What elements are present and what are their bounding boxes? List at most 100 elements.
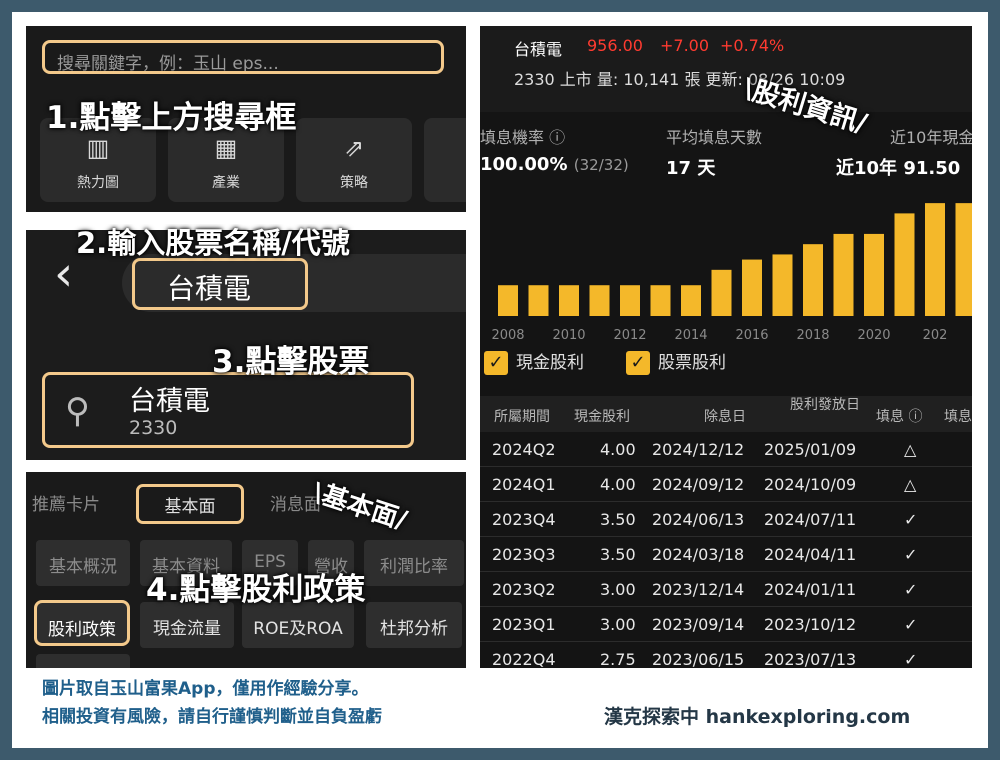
cell-exdate: 2024/06/13: [652, 510, 745, 529]
query-panel: ‹ 台積電 ⚲ 台積電 2330 2.輸入股票名稱/代號 3.點擊股票: [26, 224, 466, 460]
cell-period: 2023Q3: [492, 545, 556, 564]
table-row[interactable]: 2023Q3 3.50 2024/03/18 2024/04/11 ✓: [480, 537, 972, 572]
cell-exdate: 2024/12/12: [652, 440, 745, 459]
search-input[interactable]: 搜尋關鍵字，例：玉山 eps...: [42, 40, 444, 74]
tile-label: 產業: [212, 175, 240, 191]
chip-overview[interactable]: 基本概況: [36, 540, 130, 586]
chart-bar[interactable]: [681, 285, 701, 316]
cell-cash: 4.00: [600, 440, 636, 459]
result-name: 台積電: [129, 386, 210, 417]
cell-exdate: 2023/12/14: [652, 580, 745, 599]
chart-bar[interactable]: [864, 233, 884, 316]
chart-bar[interactable]: [955, 203, 973, 316]
tile-more[interactable]: [424, 118, 466, 202]
legend-stock-label: 股票股利: [658, 353, 726, 373]
tab-recommend[interactable]: 推薦卡片: [32, 490, 100, 515]
chart-bar[interactable]: [742, 259, 762, 316]
table-row[interactable]: 2023Q4 3.50 2024/06/13 2024/07/11 ✓: [480, 502, 972, 537]
cell-cash: 4.00: [600, 475, 636, 494]
th-paydate: 股利發放日: [790, 397, 860, 413]
query-input[interactable]: 台積電: [132, 258, 308, 310]
cell-period: 2023Q2: [492, 580, 556, 599]
chart-bar[interactable]: [620, 285, 640, 316]
step-2-label: 2.輸入股票名稱/代號: [76, 226, 350, 260]
chart-bar[interactable]: [803, 244, 823, 316]
table-row[interactable]: 2024Q1 4.00 2024/09/12 2024/10/09 △: [480, 467, 972, 502]
ten-year-value: 近10年 91.50: [836, 158, 961, 179]
stock-name: 台積電: [514, 40, 563, 59]
table-row[interactable]: 2023Q2 3.00 2023/12/14 2024/01/11 ✓: [480, 572, 972, 607]
cell-exdate: 2024/03/18: [652, 545, 745, 564]
stock-price: 956.00: [587, 36, 643, 55]
cell-exdate: 2024/09/12: [652, 475, 745, 494]
basic-tag: \基本面/: [308, 477, 411, 537]
checkbox-checked-icon[interactable]: ✓: [484, 351, 508, 375]
x-tick-label: 2018: [796, 328, 829, 343]
dividend-screen: 台積電 956.00 +7.00 +0.74% 2330 上市 量: 10,14…: [480, 26, 972, 668]
cell-cash: 3.00: [600, 580, 636, 599]
step-1-label: 1.點擊上方搜尋框: [46, 100, 297, 136]
legend-cash[interactable]: ✓ 現金股利: [484, 348, 584, 376]
chart-bar[interactable]: [894, 213, 915, 316]
chip-dupont[interactable]: 杜邦分析: [366, 602, 462, 648]
legend-stock[interactable]: ✓ 股票股利: [626, 348, 726, 376]
ten-year-label: 近10年現金股: [890, 128, 972, 147]
tab-fundamental[interactable]: 基本面: [136, 484, 244, 524]
chip-partial: [36, 654, 130, 668]
cell-fill-status: △: [904, 475, 917, 494]
chip-margin[interactable]: 利潤比率: [364, 540, 464, 586]
heatmap-icon: ▥: [86, 134, 110, 162]
table-row[interactable]: 2022Q4 2.75 2023/06/15 2023/07/13 ✓: [480, 642, 972, 668]
search-result-item[interactable]: ⚲ 台積電 2330: [42, 372, 414, 448]
x-tick-label: 2010: [552, 328, 585, 343]
cell-fill-status: ✓: [904, 545, 918, 564]
table-header: 所屬期間 現金股利 除息日 股利發放日 填息 ⓘ 填息: [480, 396, 972, 432]
th-period: 所屬期間: [494, 409, 550, 425]
x-tick-label: 2014: [674, 328, 707, 343]
cell-period: 2023Q1: [492, 615, 556, 634]
chart-bar[interactable]: [498, 285, 518, 316]
cell-fill-status: ✓: [904, 650, 918, 668]
chart-bar[interactable]: [528, 285, 549, 316]
x-tick-label: 2008: [491, 328, 524, 343]
checkbox-checked-icon[interactable]: ✓: [626, 351, 650, 375]
chart-bar[interactable]: [772, 254, 793, 316]
cell-paydate: 2024/01/11: [764, 580, 857, 599]
cell-fill-status: ✓: [904, 580, 918, 599]
x-tick-label: 2020: [857, 328, 890, 343]
table-row[interactable]: 2023Q1 3.00 2023/09/14 2023/10/12 ✓: [480, 607, 972, 642]
fill-prob-number: 100.00%: [480, 154, 568, 175]
tile-strategy[interactable]: ⇗ 策略: [296, 118, 412, 202]
cell-exdate: 2023/09/14: [652, 615, 745, 634]
step-4-label: 4.點擊股利政策: [146, 572, 366, 608]
quote-header: 台積電 956.00 +7.00 +0.74% 2330 上市 量: 10,14…: [480, 26, 972, 112]
footer-disclaimer: 相關投資有風險，請自行謹慎判斷並自負盈虧: [42, 707, 382, 727]
chart-bar[interactable]: [589, 285, 610, 316]
stock-change-pct: +0.74%: [720, 36, 785, 55]
chart-bar[interactable]: [559, 285, 579, 316]
chart-bar[interactable]: [650, 285, 671, 316]
th-cash: 現金股利: [574, 409, 630, 425]
chart-bar[interactable]: [925, 203, 945, 316]
chart-bar[interactable]: [711, 269, 732, 316]
cell-paydate: 2024/04/11: [764, 545, 857, 564]
cell-period: 2022Q4: [492, 650, 556, 668]
cell-paydate: 2023/07/13: [764, 650, 857, 668]
cell-fill-status: ✓: [904, 615, 918, 634]
legend-cash-label: 現金股利: [516, 353, 584, 373]
result-code: 2330: [129, 417, 178, 439]
cell-cash: 3.00: [600, 615, 636, 634]
table-row[interactable]: 2024Q2 4.00 2024/12/12 2025/01/09 △: [480, 432, 972, 467]
avg-fill-days-value: 17 天: [666, 158, 716, 179]
th-exdate: 除息日: [704, 409, 746, 425]
chart-bar[interactable]: [833, 233, 854, 316]
fundamental-panel: 推薦卡片 基本面 消息面 基本概況 基本資料 EPS 營收 利潤比率 股利政策 …: [26, 472, 466, 668]
cell-paydate: 2024/07/11: [764, 510, 857, 529]
stock-change: +7.00: [660, 36, 710, 55]
strategy-icon: ⇗: [343, 134, 365, 162]
cell-fill-status: ✓: [904, 510, 918, 529]
back-chevron-icon[interactable]: ‹: [54, 250, 73, 298]
cell-period: 2024Q1: [492, 475, 556, 494]
search-icon: ⚲: [65, 391, 90, 431]
chip-dividend-policy[interactable]: 股利政策: [34, 600, 130, 646]
